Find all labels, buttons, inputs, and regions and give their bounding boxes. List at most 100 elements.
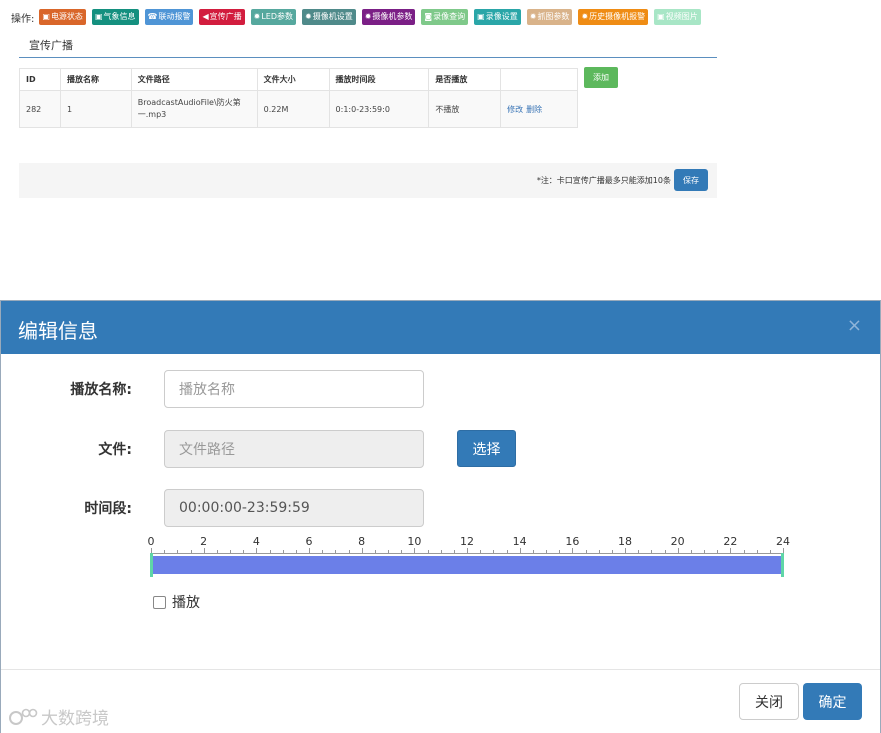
column-header-time: 播放时间段 [328, 68, 430, 91]
timeline-tick-mark [467, 548, 468, 553]
column-header-play: 是否播放 [428, 68, 502, 91]
modal-title: 编辑信息 [18, 319, 98, 343]
timeline-tick-mark [335, 550, 337, 553]
timeline-axis [151, 553, 783, 554]
timeline-tick-mark [151, 548, 152, 553]
toolbar-button-label: 视频图片 [665, 12, 698, 21]
time-label: 时间段: [84, 501, 132, 517]
timeline-start-handle[interactable] [150, 553, 153, 577]
toolbar-button-5[interactable]: ✹ 摄像机设置 [302, 9, 356, 25]
timeline-tick-mark [519, 548, 521, 553]
timeline-tick-mark [585, 550, 587, 553]
timeline-tick-mark [493, 550, 495, 553]
table-row: 282 1 BroadcastAudioFile\防火第一.mp3 0.22M … [19, 90, 578, 128]
table-footer-bar: *注：卡口宣传广播最多只能添加10条 保存 [19, 163, 717, 198]
toolbar-button-4[interactable]: ✹ LED参数 [250, 9, 296, 25]
timeline-tick-mark [348, 550, 350, 553]
toolbar-button-label: 历史摄像机报警 [589, 12, 646, 21]
toolbar-button-11[interactable]: ▣ 视频图片 [654, 9, 701, 25]
timeline-tick-mark [677, 548, 679, 553]
limit-note: *注：卡口宣传广播最多只能添加10条 [536, 176, 671, 185]
close-icon[interactable]: × [847, 315, 862, 336]
timeline-tick-mark [664, 550, 666, 553]
timeline-tick-mark [598, 550, 600, 553]
toolbar-button-1[interactable]: ▣ 气象信息 [91, 9, 139, 25]
toolbar-button-8[interactable]: ▣ 录像设置 [474, 9, 521, 25]
timeline-tick-label: 22 [723, 535, 738, 548]
timeline-tick-mark [216, 550, 218, 553]
toolbar-button-10[interactable]: ✹ 历史摄像机报警 [578, 9, 649, 25]
gear-icon: ✹ [529, 12, 537, 21]
toolbar-button-6[interactable]: ✹ 摄像机参数 [361, 9, 416, 25]
timeline-tick-label: 8 [358, 535, 366, 548]
watermark-logo-icon [9, 708, 38, 725]
gear-icon: ✹ [253, 12, 261, 21]
timeline-tick-mark [388, 550, 389, 553]
play-checkbox[interactable]: 播放 [153, 592, 200, 612]
name-label: 播放名称: [70, 382, 132, 398]
timeline-tick-label: 10 [407, 535, 422, 548]
monitor-icon: ▣ [477, 12, 485, 21]
timeline-tick-mark [230, 550, 231, 553]
toolbar-button-label: LED参数 [261, 12, 293, 21]
timeline-tick-mark [769, 550, 771, 553]
time-range-input: 00:00:00-23:59:59 [164, 489, 424, 527]
toolbar-button-2[interactable]: ☎ 联动报警 [144, 9, 194, 25]
watermark: 大数跨境 [8, 704, 109, 729]
timeline-tick-mark [256, 548, 258, 553]
timeline-tick-mark [480, 550, 482, 553]
timeline-tick-mark [730, 548, 732, 553]
close-button[interactable]: 关闭 [739, 683, 799, 720]
timeline-end-handle[interactable] [781, 553, 784, 577]
modal-footer: 关闭 确定 [1, 669, 880, 733]
add-button[interactable]: 添加 [584, 67, 618, 88]
timeline-tick-mark [611, 550, 613, 553]
toolbar-button-7[interactable]: ◙ 录像查询 [421, 9, 469, 25]
timeline-tick-mark [546, 550, 547, 553]
toolbar-button-label: 电源状态 [50, 12, 83, 21]
timeline-tick-label: 12 [460, 535, 474, 548]
page-title: 宣传广播 [29, 39, 73, 52]
phone-icon: ☎ [147, 12, 158, 21]
delete-link[interactable]: 删除 [526, 105, 542, 114]
toolbar-button-label: 录像设置 [485, 12, 518, 21]
cell-time: 0:1:0-23:59:0 [328, 90, 430, 128]
toolbar-button-label: 抓图参数 [537, 12, 570, 21]
confirm-button[interactable]: 确定 [803, 683, 862, 720]
column-header-path: 文件路径 [130, 68, 258, 91]
title-divider [19, 57, 717, 58]
choose-file-button[interactable]: 选择 [457, 430, 516, 467]
timeline-tick-mark [704, 550, 705, 553]
gear-icon: ✹ [364, 12, 372, 21]
play-checkbox-label: 播放 [172, 595, 200, 611]
timeline-selected-range [151, 556, 783, 574]
timeline-tick-mark [164, 550, 166, 553]
toolbar-button-9[interactable]: ✹ 抓图参数 [526, 9, 573, 25]
toolbar-button-label: 摄像机参数 [372, 12, 413, 21]
timeline-tick-mark [177, 550, 179, 553]
cell-size: 0.22M [256, 90, 330, 128]
watermark-text: 大数跨境 [41, 709, 109, 729]
timeline-tick-mark [651, 550, 653, 553]
monitor-icon: ▣ [94, 12, 103, 21]
column-header-name: 播放名称 [59, 68, 132, 91]
timeline-tick-label: 24 [776, 535, 790, 548]
timeline-tick-mark [243, 550, 245, 553]
toolbar-button-label: 录像查询 [433, 12, 466, 21]
edit-link[interactable]: 修改 [507, 105, 523, 114]
toolbar-button-3[interactable]: ◀ 宣传广播 [199, 9, 245, 25]
monitor-icon: ▣ [42, 12, 50, 21]
save-button[interactable]: 保存 [674, 169, 708, 191]
timeline-tick-mark [743, 550, 745, 553]
timeline-tick-mark [559, 550, 561, 553]
operations-label: 操作: [11, 13, 35, 25]
timeline-tick-label: 0 [147, 535, 155, 548]
checkbox-box[interactable] [153, 595, 166, 609]
timeline-tick-mark [440, 550, 442, 553]
toolbar-button-0[interactable]: ▣ 电源状态 [39, 9, 86, 25]
cell-actions: 修改 删除 [500, 90, 578, 128]
timeline-tick-mark [269, 550, 271, 553]
column-header-id: ID [19, 68, 61, 91]
name-input[interactable]: 播放名称 [164, 370, 424, 408]
timeline-tick-label: 4 [252, 535, 260, 548]
